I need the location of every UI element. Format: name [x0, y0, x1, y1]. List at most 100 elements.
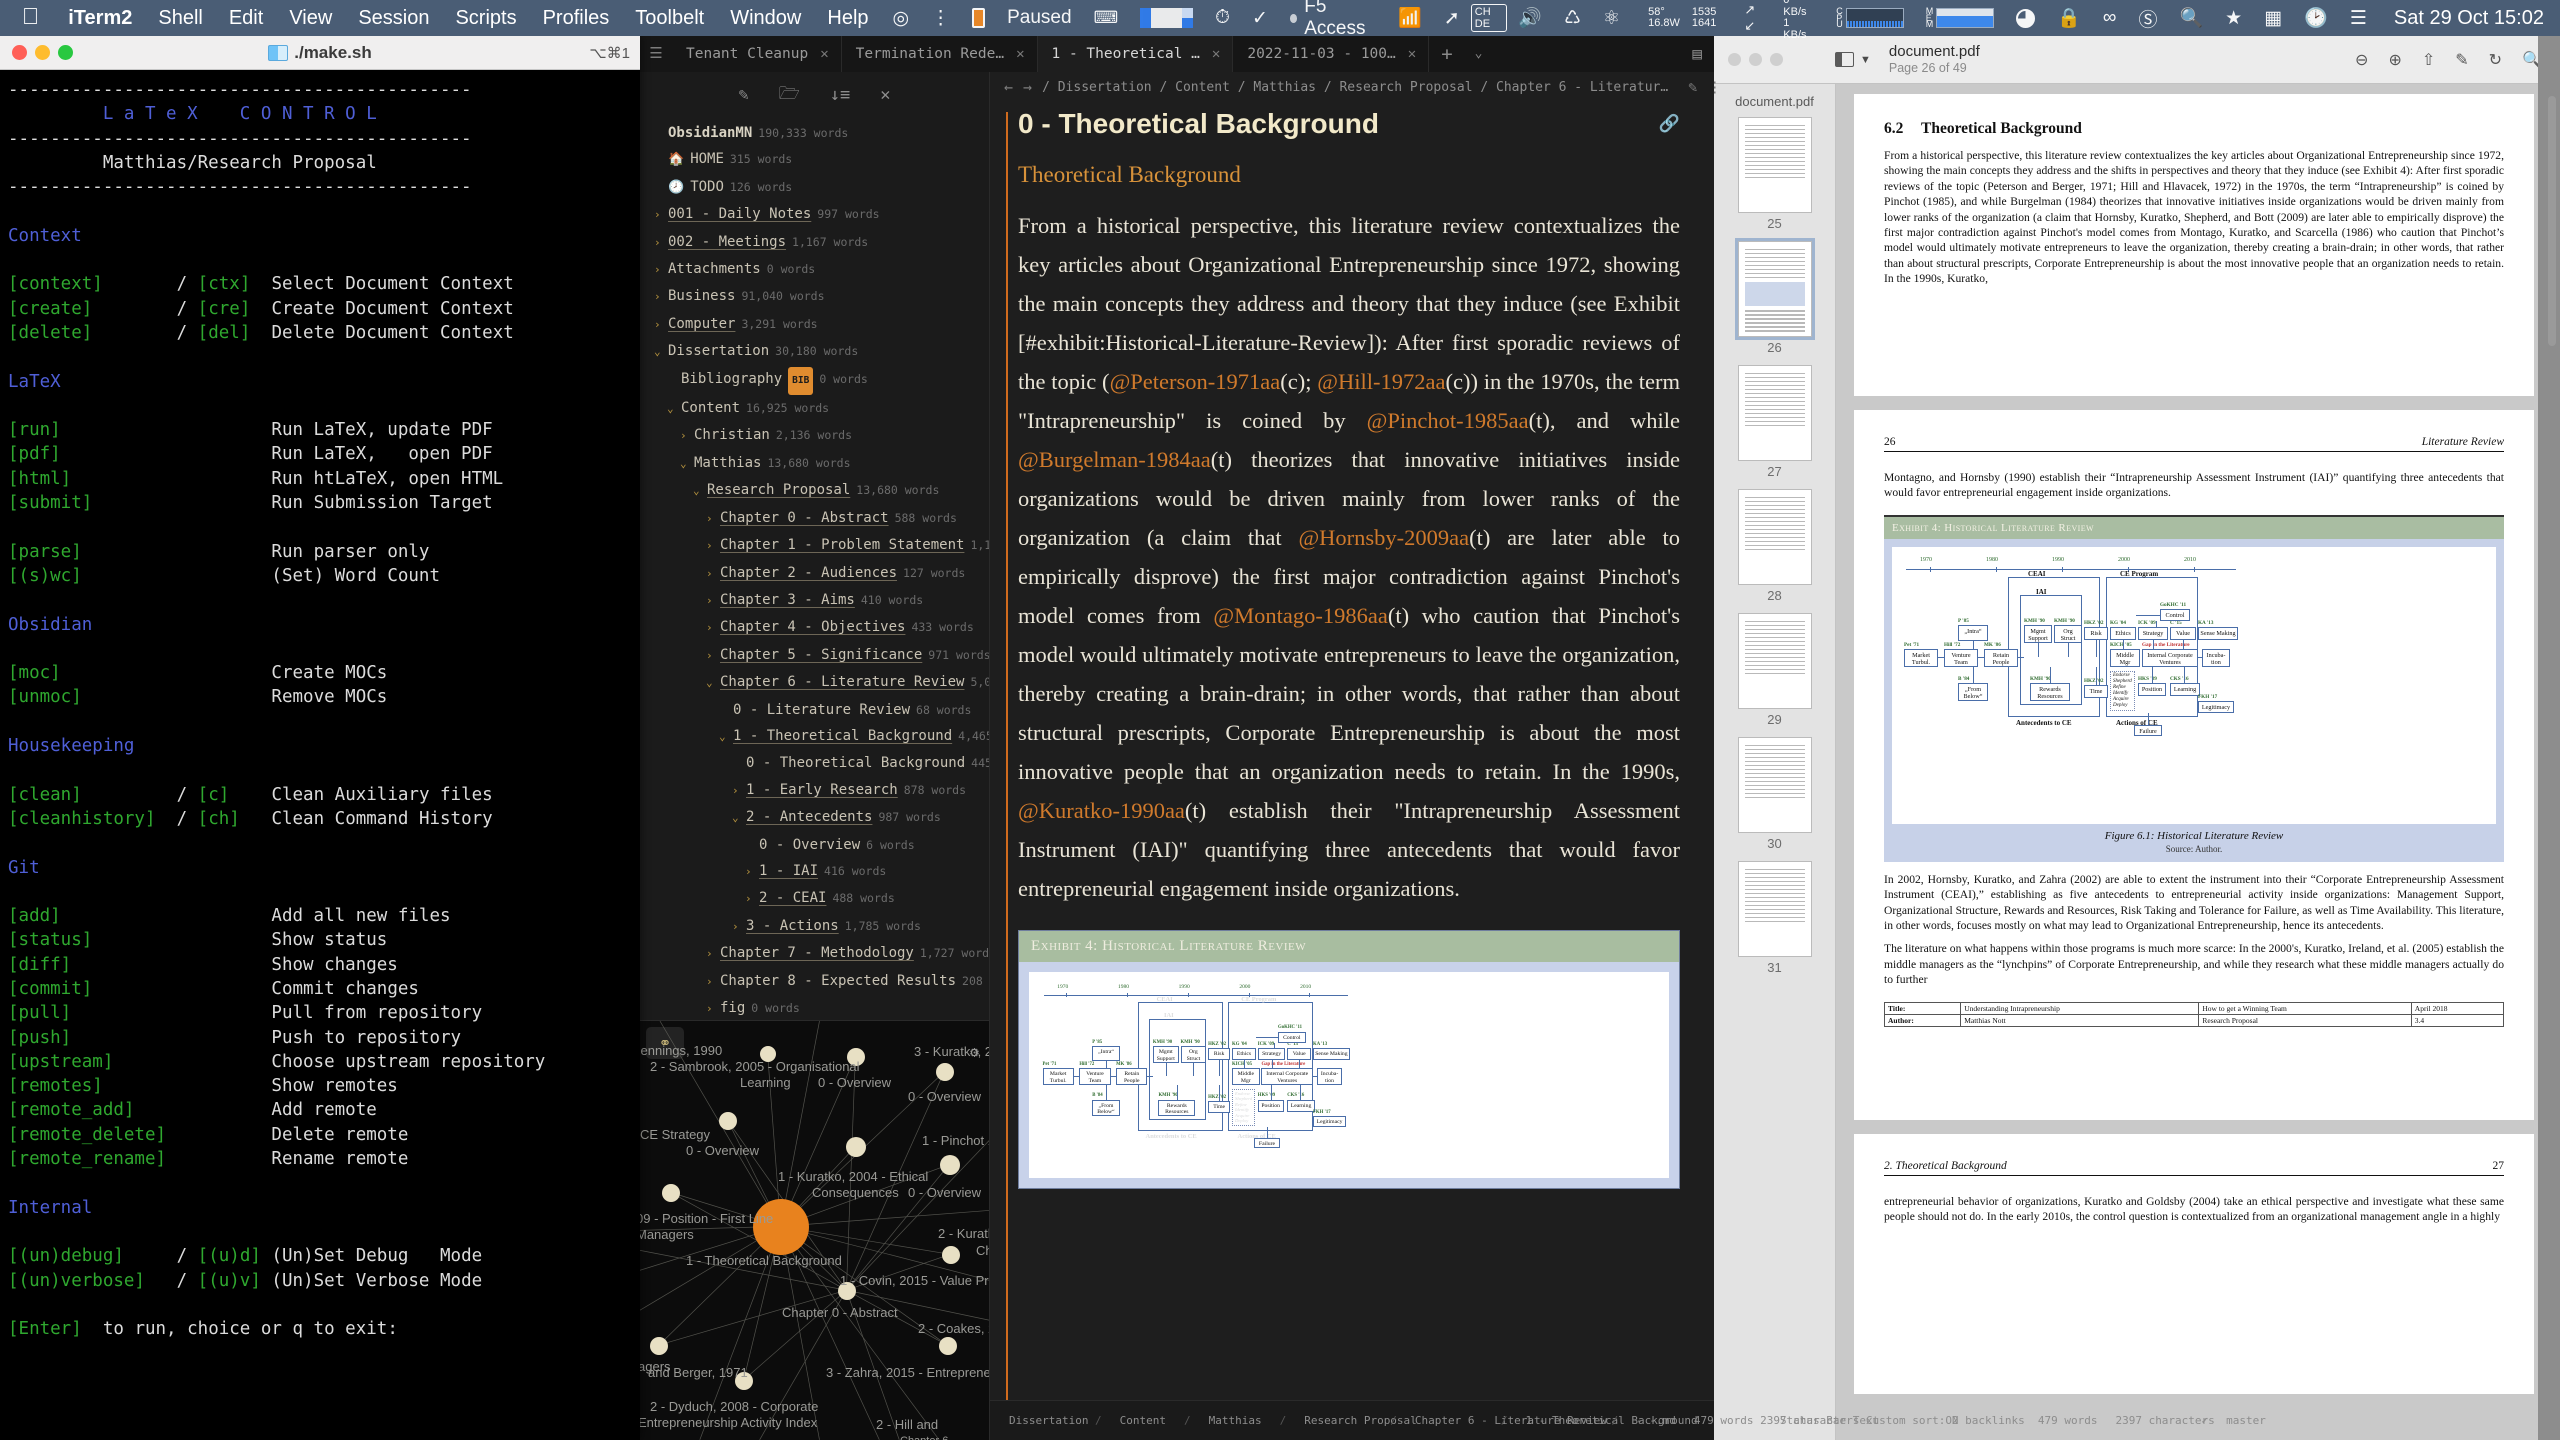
file-tree-item[interactable]: ›1 - IAI416 words: [654, 858, 989, 885]
rotate-icon[interactable]: ↻: [2489, 50, 2502, 70]
file-tree-item[interactable]: ›Chapter 7 - Methodology1,727 words: [654, 940, 989, 967]
right-sidebar-toggle-icon[interactable]: ▤: [1680, 36, 1714, 72]
keyboard-layout-badge[interactable]: CH DE: [1471, 4, 1508, 32]
file-tree[interactable]: ObsidianMN190,333 words🏠HOME315 words🕗TO…: [640, 112, 989, 1020]
file-tree-item[interactable]: ⌄Chapter 6 - Literature Review5,022 word…: [654, 669, 989, 696]
chevron-right-icon[interactable]: ›: [680, 423, 694, 449]
calculator-icon[interactable]: ▦: [2253, 7, 2293, 30]
menu-session[interactable]: Session: [345, 7, 442, 30]
file-tree-item[interactable]: ⌄Dissertation30,180 words: [654, 338, 989, 365]
preview-window[interactable]: ▼ document.pdf Page 26 of 49 ⊖ ⊕ ⇧ ✎ ↻ 🔍…: [1714, 36, 2560, 1440]
menu-view[interactable]: View: [276, 7, 345, 30]
zoom-in-icon[interactable]: ⊕: [2388, 50, 2401, 70]
chevron-right-icon[interactable]: ›: [706, 643, 720, 669]
graph-node[interactable]: [662, 1184, 680, 1202]
file-tree-item[interactable]: ⌄Matthias13,680 words: [654, 450, 989, 477]
chevron-right-icon[interactable]: ›: [654, 230, 668, 256]
iterm2-window[interactable]: ./make.sh ⌥⌘1 --------------------------…: [0, 36, 640, 1440]
graph-node[interactable]: [942, 1246, 960, 1264]
citation-link[interactable]: @Pinchot-1985aa: [1367, 408, 1529, 433]
thumbnail-list[interactable]: 25262728293031: [1714, 117, 1835, 975]
cpu-meter[interactable]: CPU: [1825, 8, 1915, 28]
status-bar-item[interactable]: Status Bar Text: [1771, 1414, 1857, 1427]
preview-titlebar[interactable]: ▼ document.pdf Page 26 of 49 ⊖ ⊕ ⇧ ✎ ↻ 🔍: [1714, 36, 2560, 84]
chevron-right-icon[interactable]: ›: [706, 996, 720, 1020]
status-bar-item[interactable]: /: [1492, 1414, 1517, 1427]
file-tree-item[interactable]: ›Chapter 4 - Objectives433 words: [654, 614, 989, 641]
file-tree-item[interactable]: ›Chapter 5 - Significance971 words: [654, 642, 989, 669]
terminal-command[interactable]: [delete]: [8, 323, 92, 343]
file-tree-item[interactable]: 0 - Literature Review68 words: [654, 697, 989, 723]
preview-thumbnail-sidebar[interactable]: document.pdf 25262728293031: [1714, 84, 1836, 1440]
istat-power-icon[interactable]: ⚛: [1592, 7, 1631, 30]
thumbnail-item[interactable]: 25: [1714, 117, 1835, 231]
chevron-right-icon[interactable]: ›: [654, 284, 668, 310]
status-bar-item[interactable]: Dissertation: [1000, 1414, 1086, 1427]
file-tree-item[interactable]: ⌄2 - Antecedents987 words: [654, 804, 989, 831]
file-tree-item[interactable]: 🏠HOME315 words: [654, 146, 989, 173]
sort-icon[interactable]: ↓≡: [830, 85, 850, 105]
terminal-command[interactable]: [remote_add]: [8, 1100, 134, 1120]
status-bar-item[interactable]: 479 words 2397 characters: [1685, 1414, 1771, 1427]
file-tree-item[interactable]: 0 - Overview6 words: [654, 832, 989, 858]
pdf-page-scroll-area[interactable]: 6.2 Theoretical Background From a histor…: [1836, 84, 2560, 1440]
citation-link[interactable]: @Hill-1972aa: [1317, 369, 1445, 394]
terminal-command[interactable]: [clean]: [8, 785, 82, 805]
display-arrangement-icon[interactable]: [1129, 8, 1204, 28]
battery-icon[interactable]: [961, 8, 996, 28]
status-bar-item[interactable]: /: [1086, 1414, 1111, 1427]
menu-window[interactable]: Window: [717, 7, 814, 30]
file-tree-item[interactable]: ObsidianMN190,333 words: [654, 120, 989, 146]
star-icon[interactable]: ★: [2214, 7, 2253, 30]
pdf-page-27[interactable]: 26 Literature Review Montagno, and Horns…: [1854, 410, 2534, 1120]
terminal-command[interactable]: [(un)verbose]: [8, 1271, 145, 1291]
obsidian-sidebar[interactable]: ✎ 🗁 ↓≡ ✕ ObsidianMN190,333 words🏠HOME315…: [640, 72, 990, 1440]
editor-tab[interactable]: Tenant Cleanup✕: [672, 36, 842, 72]
preview-maximize-button[interactable]: [1770, 53, 1783, 66]
terminal-command[interactable]: [run]: [8, 420, 61, 440]
chevron-down-icon[interactable]: ⌄: [654, 339, 668, 365]
timemachine-icon[interactable]: ⏱: [1204, 7, 1241, 29]
chevron-right-icon[interactable]: ›: [732, 914, 746, 940]
lock-icon[interactable]: 🔒: [2046, 6, 2092, 30]
citation-link[interactable]: @Peterson-1971aa: [1110, 369, 1281, 394]
chevron-right-icon[interactable]: ›: [706, 969, 720, 995]
file-tree-item[interactable]: ›Chapter 3 - Aims410 words: [654, 587, 989, 614]
close-tab-icon[interactable]: ✕: [1408, 46, 1416, 62]
terminal-command[interactable]: [status]: [8, 930, 92, 950]
thumbnail-page[interactable]: [1738, 365, 1812, 461]
status-bar-item[interactable]: 2397 characters: [2106, 1414, 2192, 1427]
thumbnail-page[interactable]: [1738, 861, 1812, 957]
status-bar-item[interactable]: /: [1602, 1414, 1627, 1427]
terminal-command[interactable]: [(un)debug]: [8, 1246, 124, 1266]
clock-face-icon[interactable]: 🕑: [2293, 6, 2339, 30]
chevron-down-icon[interactable]: ⌄: [693, 478, 707, 504]
terminal-command[interactable]: [submit]: [8, 493, 92, 513]
graph-node[interactable]: [753, 1199, 809, 1255]
terminal-command[interactable]: [commit]: [8, 979, 92, 999]
citation-link[interactable]: @Burgelman-1984aa: [1018, 447, 1211, 472]
chevron-right-icon[interactable]: ›: [706, 506, 720, 532]
terminal-command[interactable]: [remotes]: [8, 1076, 103, 1096]
apple-menu-icon[interactable]: : [10, 3, 55, 33]
chevron-right-icon[interactable]: ›: [706, 615, 720, 641]
close-tab-icon[interactable]: ✕: [1016, 46, 1024, 62]
status-bar-item[interactable]: Research Proposal: [1295, 1414, 1381, 1427]
menu-iterm2[interactable]: iTerm2: [55, 7, 145, 30]
file-tree-item[interactable]: ›Chapter 8 - Expected Results208 words: [654, 968, 989, 995]
more-options-icon[interactable]: ⋮: [1707, 78, 1722, 96]
close-tab-icon[interactable]: ✕: [1212, 46, 1220, 62]
terminal-command[interactable]: [context]: [8, 274, 103, 294]
citation-link[interactable]: @Kuratko-1990aa: [1018, 798, 1185, 823]
terminal-command[interactable]: [pull]: [8, 1003, 71, 1023]
f5-access-item[interactable]: F5 Access: [1279, 0, 1387, 40]
chevron-right-icon[interactable]: ›: [732, 778, 746, 804]
thumbnail-item[interactable]: 29: [1714, 613, 1835, 727]
control-center-icon[interactable]: ☰: [2339, 7, 2378, 30]
ribbon-files-icon[interactable]: ☰: [649, 44, 662, 62]
preview-traffic-lights[interactable]: [1714, 53, 1783, 66]
istat-temp-rpm-stats[interactable]: 58° 16.8W 1535 1641: [1631, 7, 1733, 30]
status-bar-item[interactable]: Chapter 6 - Literature Review: [1406, 1414, 1492, 1427]
terminal-command[interactable]: [create]: [8, 299, 92, 319]
file-tree-item[interactable]: ›Attachments0 words: [654, 256, 989, 283]
